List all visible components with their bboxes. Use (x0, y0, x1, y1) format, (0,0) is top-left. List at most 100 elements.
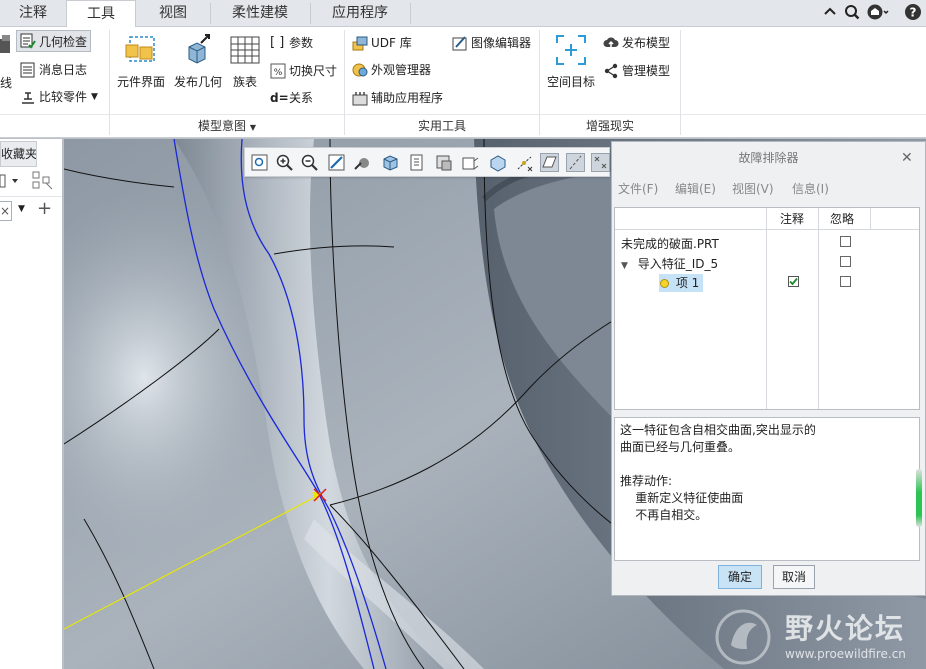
chevron-up-icon[interactable] (821, 3, 839, 21)
message-box: 这一特征包含自相交曲面,突出显示的 曲面已经与几何重叠。 推荐动作: 重新定义特… (614, 417, 920, 561)
geometry-check-button[interactable]: 几何检查 (16, 30, 92, 52)
svg-text:%: % (274, 68, 283, 78)
publish-geometry-icon (181, 33, 215, 67)
add-icon[interactable]: + (37, 198, 52, 219)
publish-geometry-label: 发布几何 (173, 75, 222, 89)
favorites-tab[interactable]: 收藏夹 (0, 141, 37, 167)
ok-button[interactable]: 确定 (718, 565, 762, 589)
help-icon[interactable]: ? (904, 3, 922, 21)
tree-row-feature[interactable]: ▼ 导入特征_ID_5 (621, 255, 718, 272)
zoom-in-icon[interactable] (275, 153, 294, 172)
dialog-title: 故障排除器 (738, 151, 799, 165)
tab-annotate[interactable]: 注释 (0, 0, 66, 27)
publish-model-button[interactable]: 发布模型 (603, 34, 670, 51)
utilities-group-label: 实用工具 (417, 119, 466, 133)
switch-dimensions-button[interactable]: % 切换尺寸 (270, 62, 337, 79)
repaint-icon[interactable] (327, 153, 346, 172)
search-icon[interactable] (843, 3, 861, 21)
family-table-label: 族表 (232, 75, 257, 89)
spin-center-icon[interactable] (353, 153, 372, 172)
publish-geometry-button[interactable]: 发布几何 (170, 33, 226, 90)
tab-divider (410, 3, 411, 24)
message-scrollbar[interactable] (916, 469, 922, 527)
saved-views-icon[interactable] (408, 153, 427, 172)
tree-row-part[interactable]: 未完成的破面.PRT (621, 235, 719, 252)
udf-library-label: UDF 库 (371, 36, 412, 50)
compare-parts-button[interactable]: 比较零件 ▼ (20, 88, 98, 105)
clear-icon[interactable]: × (0, 201, 12, 221)
space-target-icon (554, 33, 588, 67)
datum-display-icon[interactable] (515, 153, 534, 172)
zoom-out-icon[interactable] (300, 153, 319, 172)
chevron-down-icon[interactable]: ▼ (18, 204, 25, 214)
close-icon[interactable]: ✕ (901, 148, 915, 168)
group-label-strip (0, 114, 926, 115)
message-log-icon (20, 62, 36, 78)
tree-filter-icon[interactable] (32, 171, 54, 191)
parameters-label: 参数 (289, 36, 314, 50)
compare-parts-icon (20, 89, 36, 105)
relations-button[interactable]: d= 关系 (270, 89, 313, 106)
tab-view[interactable]: 视图 (136, 0, 210, 27)
plane-display-icon[interactable] (540, 153, 559, 172)
appearance-manager-button[interactable]: 外观管理器 (352, 61, 431, 78)
menu-file[interactable]: 文件(F) (618, 180, 658, 197)
model-intent-group-label[interactable]: 模型意图 ▼ (110, 116, 344, 136)
tree-header-ignore[interactable]: 忽略 (818, 208, 870, 230)
help-center-icon[interactable] (866, 3, 890, 21)
view-manager-icon[interactable] (435, 153, 454, 172)
component-interface-icon (124, 33, 158, 67)
ribbon-tab-bar: 注释 工具 视图 柔性建模 应用程序 ? (0, 0, 926, 28)
tab-tools[interactable]: 工具 (66, 0, 136, 28)
menu-view[interactable]: 视图(V) (732, 180, 774, 197)
tree-row-item[interactable]: 项 1 (659, 274, 704, 292)
publish-model-label: 发布模型 (622, 36, 671, 50)
manage-model-button[interactable]: 管理模型 (603, 62, 670, 79)
component-interface-button[interactable]: 元件界面 (113, 33, 169, 90)
watermark-title: 野火论坛 (785, 612, 906, 645)
image-editor-icon (452, 35, 468, 51)
message-log-button[interactable]: 消息日志 (20, 61, 87, 78)
folder-dropdown-icon[interactable] (0, 173, 24, 189)
axis-display-icon[interactable] (566, 153, 585, 172)
refit-icon[interactable] (250, 153, 269, 172)
tree-header-blank (870, 208, 919, 230)
auxiliary-apps-button[interactable]: 辅助应用程序 (352, 89, 443, 106)
tree-header-note[interactable]: 注释 (766, 208, 818, 230)
chevron-down-icon: ▼ (249, 123, 256, 132)
udf-library-button[interactable]: UDF 库 (352, 34, 412, 51)
note-checkbox[interactable] (788, 276, 799, 287)
ignore-checkbox[interactable] (840, 236, 851, 247)
chevron-down-icon[interactable]: ▼ (91, 92, 98, 102)
ignore-checkbox[interactable] (840, 256, 851, 267)
geometry-check-label: 几何检查 (39, 34, 88, 49)
warning-dot-icon (660, 279, 669, 288)
panel-toolbar (0, 167, 62, 197)
tab-flexible-modeling[interactable]: 柔性建模 (210, 0, 310, 27)
menu-edit[interactable]: 编辑(E) (675, 180, 716, 197)
point-display-icon[interactable] (591, 153, 610, 172)
expand-arrow-icon[interactable]: ▼ (621, 261, 628, 271)
ignore-checkbox[interactable] (840, 276, 851, 287)
annotation-display-icon[interactable] (488, 153, 507, 172)
tab-applications[interactable]: 应用程序 (310, 0, 410, 27)
tree-row-label: 项 1 (675, 276, 700, 290)
space-target-button[interactable]: 空间目标 (543, 33, 599, 90)
cancel-button[interactable]: 取消 (773, 565, 815, 589)
relations-icon: d= (270, 90, 289, 105)
auxiliary-apps-label: 辅助应用程序 (371, 91, 444, 105)
perspective-icon[interactable] (461, 153, 480, 172)
family-table-button[interactable]: 族表 (227, 33, 263, 90)
partial-icon (0, 35, 12, 55)
display-style-icon[interactable] (381, 153, 400, 172)
partial-button-label: 线 (0, 76, 13, 90)
partial-button[interactable]: 线 (0, 74, 12, 91)
menu-info[interactable]: 信息(I) (792, 180, 829, 197)
ribbon-panel: 线 几何检查 消息日志 比较零件 ▼ 元件界面 发布几何 族表 [] 参数 %… (0, 27, 926, 138)
graphics-toolbar (244, 147, 610, 177)
column-divider (766, 208, 767, 409)
image-editor-button[interactable]: 图像编辑器 (452, 34, 531, 51)
parameters-button[interactable]: [ ] 参数 (270, 34, 313, 51)
share-icon (603, 63, 619, 79)
ar-group-label: 增强现实 (585, 119, 634, 133)
